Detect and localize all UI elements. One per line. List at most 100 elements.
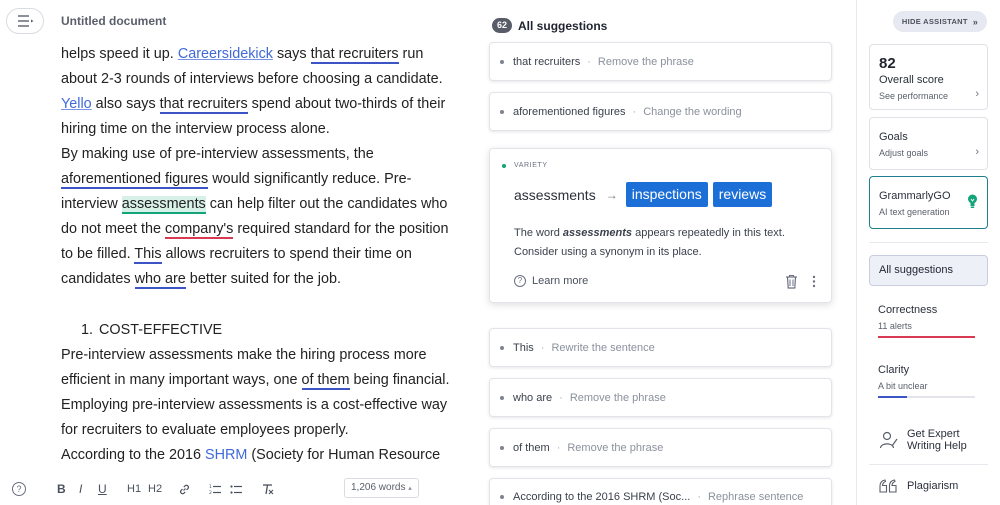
bold-button[interactable]: B — [57, 481, 66, 497]
list-item-cost-effective[interactable]: 1. COST-EFFECTIVE — [61, 318, 461, 343]
suggestion-action: Remove the phrase — [597, 55, 694, 68]
flagged-who-are[interactable]: who are — [134, 271, 186, 289]
suggestion-card[interactable]: According to the 2016 SHRM (Soc... · Rephr… — [489, 478, 832, 505]
learn-more-link[interactable]: ? Learn more — [514, 275, 588, 287]
clarity-status: A bit unclear — [878, 381, 928, 391]
text-run: also says — [91, 96, 160, 112]
flagged-that-recruiters-2[interactable]: that recruiters — [159, 96, 248, 114]
separator-dot: · — [540, 341, 545, 354]
see-performance-link[interactable]: See performance — [879, 91, 948, 101]
goals-card[interactable]: Goals Adjust goals › — [869, 117, 988, 170]
suggestion-action: Rewrite the sentence — [551, 341, 655, 354]
expert-writing-help-button[interactable]: Get Expert Writing Help — [879, 428, 989, 458]
overall-score-card[interactable]: 82 Overall score See performance › — [869, 44, 988, 110]
flagged-this[interactable]: This — [134, 246, 162, 264]
flagged-that-recruiters-1[interactable]: that recruiters — [310, 46, 399, 64]
help-icon[interactable]: ? — [12, 482, 26, 496]
replacement-reviews-button[interactable]: reviews — [712, 182, 773, 207]
paragraph-1[interactable]: helps speed it up. Careersidekick says t… — [61, 42, 461, 142]
suggestion-card[interactable]: of them · Remove the phrase — [489, 428, 832, 467]
heading2-button[interactable]: H2 — [148, 481, 162, 497]
separator-dot: · — [632, 105, 637, 118]
word-count-text: 1,206 words — [351, 482, 406, 493]
document-title[interactable]: Untitled document — [61, 14, 166, 28]
question-icon: ? — [514, 275, 526, 287]
separator-dot: · — [559, 391, 563, 404]
clear-format-icon[interactable] — [261, 483, 274, 499]
correctness-bar — [878, 336, 975, 338]
text-run: By making use of pre-interview assessmen… — [61, 146, 374, 162]
grammarlygo-label: GrammarlyGO — [879, 190, 951, 202]
flagged-assessments[interactable]: assessments — [121, 196, 206, 214]
italic-button[interactable]: I — [79, 481, 82, 497]
menu-button[interactable] — [6, 8, 44, 34]
category-label: VARIETY — [514, 162, 548, 169]
expanded-suggestion-card[interactable]: VARIETY assessments → inspections review… — [489, 148, 832, 303]
divider — [869, 464, 988, 465]
suggestion-action: Rephrase sentence — [707, 491, 804, 503]
svg-text:2: 2 — [209, 490, 212, 496]
document-body[interactable]: helps speed it up. Careersidekick says t… — [61, 42, 461, 468]
clarity-bar — [878, 396, 975, 398]
suggestion-text: of them — [513, 441, 550, 454]
suggestion-card[interactable]: This · Rewrite the sentence — [489, 328, 832, 367]
overall-score-value: 82 — [879, 55, 896, 72]
bullet-dot — [500, 445, 504, 450]
suggestion-text: This — [513, 341, 534, 354]
bullet-dot — [500, 59, 504, 64]
suggestion-card[interactable]: aforementioned figures · Change the wordin… — [489, 92, 832, 131]
list-item-text: COST-EFFECTIVE — [99, 322, 223, 338]
suggestions-title: All suggestions — [518, 18, 608, 33]
hide-assistant-button[interactable]: HIDE ASSISTANT » — [893, 11, 987, 32]
suggestion-category: VARIETY — [502, 162, 548, 169]
arrow-right-icon: → — [605, 187, 618, 202]
suggestion-action: Remove the phrase — [569, 391, 666, 404]
correctness-alerts: 11 alerts — [878, 321, 912, 331]
assistant-sidebar: HIDE ASSISTANT » 82 Overall score See pe… — [856, 0, 1000, 505]
separator-dot: · — [556, 441, 561, 454]
hide-assistant-label: HIDE ASSISTANT — [901, 17, 968, 26]
text-run: According to the 2016 — [61, 447, 206, 463]
trash-icon[interactable] — [785, 274, 798, 294]
careersidekick-link[interactable]: Careersidekick — [178, 46, 273, 62]
text-run: says — [272, 46, 311, 62]
suggestion-card[interactable]: who are · Remove the phrase — [489, 378, 832, 417]
replacement-inspections-button[interactable]: inspections — [625, 182, 708, 207]
goals-label: Goals — [879, 131, 908, 143]
plagiarism-label: Plagiarism — [907, 480, 959, 492]
suggestion-text: who are — [513, 391, 553, 404]
bullet-dot — [500, 395, 504, 400]
more-options-icon[interactable] — [812, 275, 816, 293]
numbered-list-icon[interactable]: 12 — [209, 483, 222, 499]
paragraph-4[interactable]: According to the 2016 SHRM (Society for … — [61, 443, 461, 468]
editor-pane: Untitled document helps speed it up. Car… — [0, 0, 478, 505]
yello-link[interactable]: Yello — [61, 96, 92, 112]
correctness-bar-fill — [878, 336, 975, 338]
format-toolbar: ? B I U H1 H2 12 1,206 words ▴ — [0, 476, 478, 505]
adjust-goals-link[interactable]: Adjust goals — [879, 148, 928, 158]
flagged-companys[interactable]: company's — [165, 221, 234, 239]
heading1-button[interactable]: H1 — [127, 481, 141, 497]
suggestion-card[interactable]: that recruiters · Remove the phrase — [489, 42, 832, 81]
flagged-aforementioned-figures[interactable]: aforementioned figures — [61, 171, 209, 189]
link-icon[interactable] — [178, 483, 191, 499]
expert-line-1: Get Expert — [907, 428, 960, 440]
text-run: (Society for Human Resource — [247, 447, 441, 463]
grammarlygo-card[interactable]: GrammarlyGO AI text generation — [869, 176, 988, 229]
paragraph-3[interactable]: Pre-interview assessments make the hirin… — [61, 343, 461, 443]
text-run: helps speed it up. — [61, 46, 178, 62]
paragraph-2[interactable]: By making use of pre-interview assessmen… — [61, 142, 461, 292]
suggestion-action: Remove the phrase — [567, 441, 664, 454]
double-chevron-right-icon: » — [972, 16, 979, 27]
all-suggestions-tab[interactable]: All suggestions — [869, 255, 988, 286]
underline-button[interactable]: U — [98, 481, 107, 497]
text-run: The word — [514, 227, 563, 239]
emphasized-word: assessments — [562, 227, 633, 239]
expert-line-2: Writing Help — [907, 440, 967, 452]
word-count-button[interactable]: 1,206 words ▴ — [344, 478, 419, 498]
chevron-up-icon: ▴ — [408, 485, 412, 492]
bulleted-list-icon[interactable] — [230, 483, 243, 499]
text-run: better suited for the job. — [185, 271, 342, 287]
flagged-of-them[interactable]: of them — [301, 372, 350, 390]
shrm-link[interactable]: SHRM — [205, 447, 247, 463]
